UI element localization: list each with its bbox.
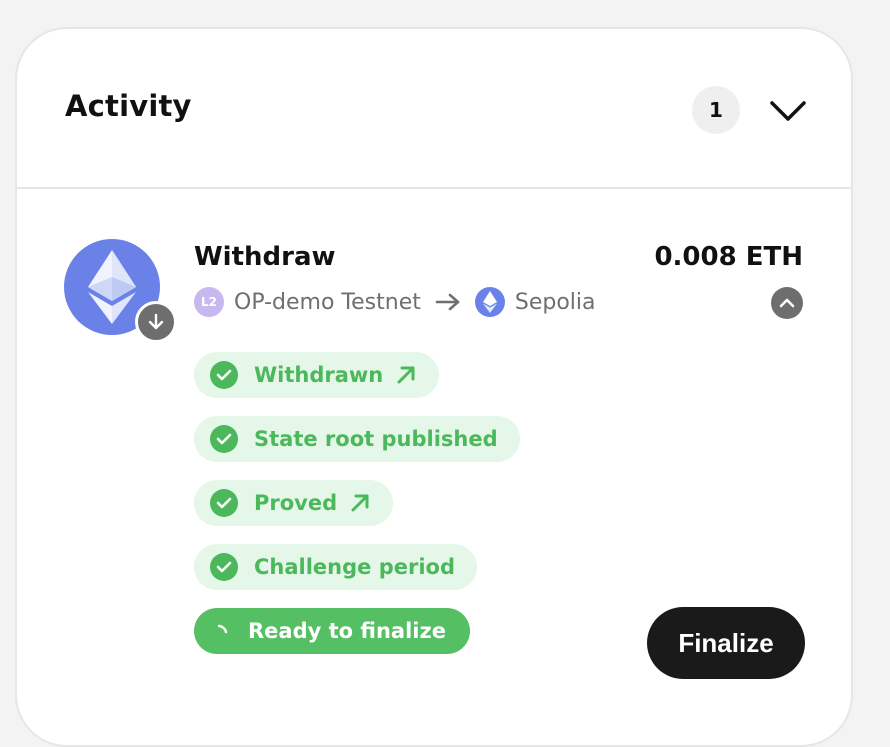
step-withdrawn[interactable]: Withdrawn	[194, 352, 440, 398]
chevron-down-icon	[770, 101, 806, 121]
check-icon	[210, 489, 238, 517]
activity-header: Activity 1	[17, 29, 851, 189]
ethereum-icon	[88, 250, 136, 324]
transaction-type: Withdraw	[194, 242, 336, 272]
transaction-amount: 0.008 ETH	[654, 242, 803, 272]
activity-card: Activity 1 Withdraw 0.008 ETH L2 OP-demo…	[15, 27, 853, 747]
external-link-icon[interactable]	[395, 364, 417, 386]
ethereum-chain-icon	[474, 287, 505, 317]
withdrawal-steps: Withdrawn State root published Proved Ch…	[194, 352, 520, 672]
chevron-up-icon	[779, 298, 795, 308]
from-chain-name: OP-demo Testnet	[234, 289, 421, 315]
spinner-icon	[216, 624, 230, 638]
step-label: Ready to finalize	[248, 619, 446, 643]
finalize-button[interactable]: Finalize	[647, 607, 805, 679]
step-label: Challenge period	[254, 555, 455, 579]
step-label: Withdrawn	[254, 363, 384, 387]
step-ready-to-finalize: Ready to finalize	[194, 608, 470, 654]
withdraw-direction-badge	[135, 301, 177, 343]
details-toggle-button[interactable]	[771, 287, 803, 319]
chain-route: L2 OP-demo Testnet Sepolia	[194, 287, 596, 317]
activity-count-badge: 1	[692, 86, 740, 134]
step-label: Proved	[254, 491, 338, 515]
step-proved[interactable]: Proved	[194, 480, 394, 526]
step-state-root-published: State root published	[194, 416, 520, 462]
activity-title: Activity	[65, 89, 192, 123]
check-icon	[210, 553, 238, 581]
l2-chain-icon: L2	[194, 287, 224, 317]
check-icon	[210, 425, 238, 453]
external-link-icon[interactable]	[349, 492, 371, 514]
step-label: State root published	[254, 427, 498, 451]
step-challenge-period: Challenge period	[194, 544, 477, 590]
collapse-button[interactable]	[766, 89, 810, 133]
check-icon	[210, 361, 238, 389]
to-chain-name: Sepolia	[514, 289, 596, 315]
arrow-right-icon	[435, 293, 461, 311]
arrow-down-icon	[148, 313, 164, 330]
